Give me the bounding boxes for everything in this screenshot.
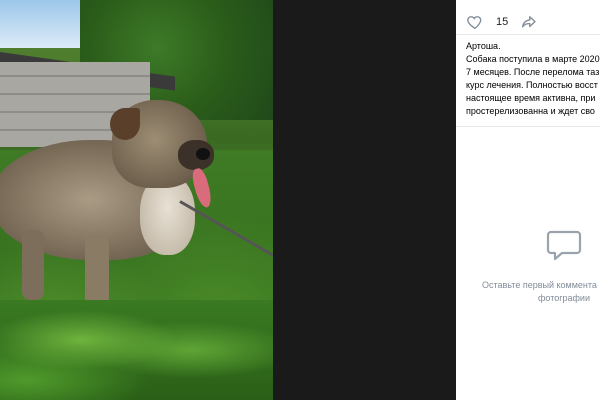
comments-empty-text: Оставьте первый коммента: [482, 280, 597, 290]
post-line: курс лечения. Полностью восст: [466, 80, 598, 90]
post-title: Артоша.: [466, 41, 501, 51]
post-description: Артоша. Собака поступила в марте 2020 7 …: [466, 40, 600, 118]
share-arrow-icon[interactable]: [520, 13, 538, 31]
comment-bubble-icon: [545, 229, 583, 263]
like-count[interactable]: 15: [496, 16, 508, 28]
divider: [456, 34, 600, 35]
heart-icon[interactable]: [466, 13, 484, 31]
post-line: настоящее время активна, при: [466, 93, 596, 103]
dog-leg: [22, 230, 44, 300]
post-line: 7 месяцев. После перелома таз: [466, 67, 600, 77]
comments-empty-state: Оставьте первый коммента фотографии: [482, 279, 600, 305]
post-line: Собака поступила в марте 2020: [466, 54, 600, 64]
dog-ear: [110, 108, 140, 140]
photo-foreground-grass: [0, 300, 273, 400]
comments-empty-text: фотографии: [538, 293, 590, 303]
photo[interactable]: [0, 0, 273, 400]
photo-actions: 15: [466, 10, 596, 34]
photo-viewer[interactable]: [0, 0, 456, 400]
post-line: простерелизованна и ждет сво: [466, 106, 595, 116]
dog-nose: [196, 148, 210, 160]
divider: [456, 126, 600, 127]
photo-side-panel: 15 Артоша. Собака поступила в марте 2020…: [456, 0, 600, 400]
